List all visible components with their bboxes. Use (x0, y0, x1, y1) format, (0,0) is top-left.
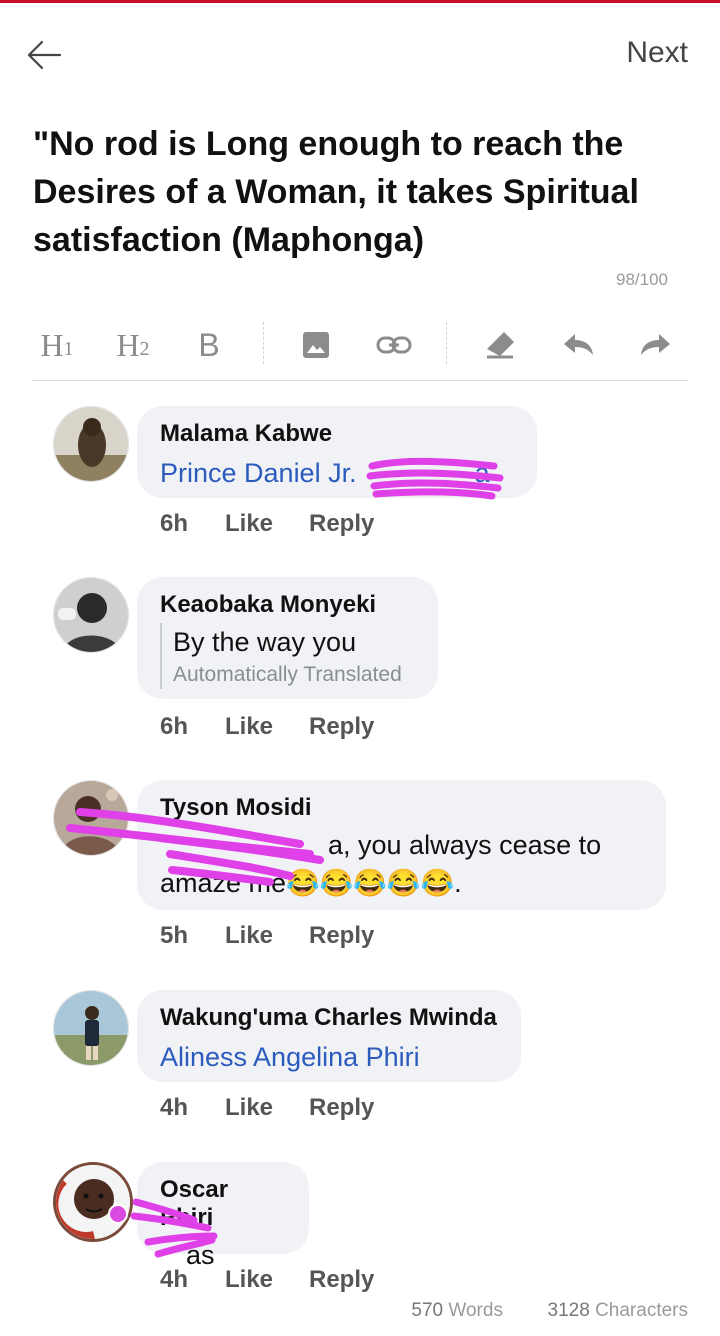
heart-badge-icon (108, 1204, 128, 1224)
top-accent-line (0, 0, 720, 3)
like-button[interactable]: Like (225, 510, 309, 538)
redo-button[interactable] (636, 322, 676, 368)
heading2-letter: H (116, 326, 140, 363)
comment-text: a, you always cease to amaze me😂😂😂😂😂. (160, 826, 644, 902)
mention-tail: a (474, 458, 490, 488)
comment-actions: 6h Like Reply (160, 510, 374, 538)
avatar[interactable] (53, 780, 129, 856)
auto-translated-label[interactable]: Automatically Translated (173, 661, 416, 689)
word-count-label: Words (448, 1300, 503, 1321)
comment-time: 6h (160, 713, 189, 740)
char-count: 3128 (547, 1300, 590, 1321)
comment-line: amaze me😂😂😂😂😂. (160, 868, 462, 898)
heading1-letter: H (40, 326, 64, 363)
commenter-name[interactable]: Oscar Phiri (160, 1176, 287, 1232)
next-button[interactable]: Next (626, 36, 688, 70)
mention-link[interactable]: Prince Daniel Jr. (160, 458, 357, 488)
avatar[interactable] (53, 577, 129, 653)
commenter-name[interactable]: Malama Kabwe (160, 420, 515, 448)
reply-button[interactable]: Reply (309, 1266, 374, 1294)
toolbar-divider (263, 322, 264, 364)
image-icon (303, 332, 329, 358)
redo-icon (641, 334, 670, 355)
comment-time: 5h (160, 922, 189, 949)
title-char-counter: 98/100 (616, 270, 668, 289)
like-button[interactable]: Like (225, 1094, 309, 1122)
heading1-button[interactable]: H1 (32, 322, 82, 368)
comment-bubble: Malama Kabwe Prince Daniel Jr. a (137, 406, 537, 498)
toolbar-divider (446, 322, 447, 364)
like-button[interactable]: Like (225, 1266, 309, 1294)
insert-image-button[interactable] (298, 322, 334, 368)
eraser-icon (487, 332, 514, 359)
mention-link[interactable]: Aliness Angelina Phiri (160, 1038, 499, 1076)
article-title-input[interactable]: "No rod is Long enough to reach the Desi… (33, 120, 683, 264)
avatar[interactable] (53, 406, 129, 482)
comment-text[interactable]: Prince Daniel Jr. a (160, 454, 515, 492)
comment-actions: 4h Like Reply (160, 1094, 374, 1122)
clear-format-button[interactable] (480, 322, 520, 368)
reply-button[interactable]: Reply (309, 713, 374, 741)
like-button[interactable]: Like (225, 713, 309, 741)
back-arrow-icon[interactable] (26, 38, 62, 72)
comment-bubble: Wakung'uma Charles Mwinda Aliness Angeli… (137, 990, 521, 1082)
heading1-number: 1 (63, 337, 74, 360)
comment-actions: 6h Like Reply (160, 713, 374, 741)
comment-actions: 4h Like Reply (160, 1266, 374, 1294)
avatar[interactable] (53, 990, 129, 1066)
undo-button[interactable] (558, 322, 598, 368)
reply-button[interactable]: Reply (309, 1094, 374, 1122)
comment-actions: 5h Like Reply (160, 922, 374, 950)
editor-toolbar: H1 H2 B (32, 318, 688, 381)
avatar[interactable] (53, 1162, 133, 1242)
comment-time: 6h (160, 510, 189, 537)
comment-time: 4h (160, 1094, 189, 1121)
reply-button[interactable]: Reply (309, 510, 374, 538)
word-count-footer: 570 Words 3128 Characters (411, 1300, 688, 1322)
comment-time: 4h (160, 1266, 189, 1293)
commenter-name[interactable]: Tyson Mosidi (160, 794, 644, 822)
char-count-label: Characters (595, 1300, 688, 1321)
comment-bubble: Oscar Phiri as (137, 1162, 309, 1270)
translated-quote: By the way you Automatically Translated (160, 623, 416, 689)
comment-text: By the way you (173, 627, 357, 657)
insert-link-button[interactable] (374, 322, 414, 368)
like-button[interactable]: Like (225, 922, 309, 950)
commenter-name[interactable]: Wakung'uma Charles Mwinda (160, 1004, 499, 1032)
heading2-button[interactable]: H2 (108, 322, 158, 368)
undo-icon (564, 334, 593, 355)
comment-bubble: Tyson Mosidi a, you always cease to amaz… (137, 780, 666, 910)
heading2-number: 2 (139, 337, 150, 360)
link-icon (376, 336, 412, 354)
comment-bubble: Keaobaka Monyeki By the way you Automati… (137, 577, 438, 699)
commenter-name[interactable]: Keaobaka Monyeki (160, 591, 416, 619)
word-count: 570 (411, 1300, 444, 1321)
comment-line: a, you always cease to (328, 830, 602, 860)
reply-button[interactable]: Reply (309, 922, 374, 950)
bold-button[interactable]: B (192, 322, 226, 368)
